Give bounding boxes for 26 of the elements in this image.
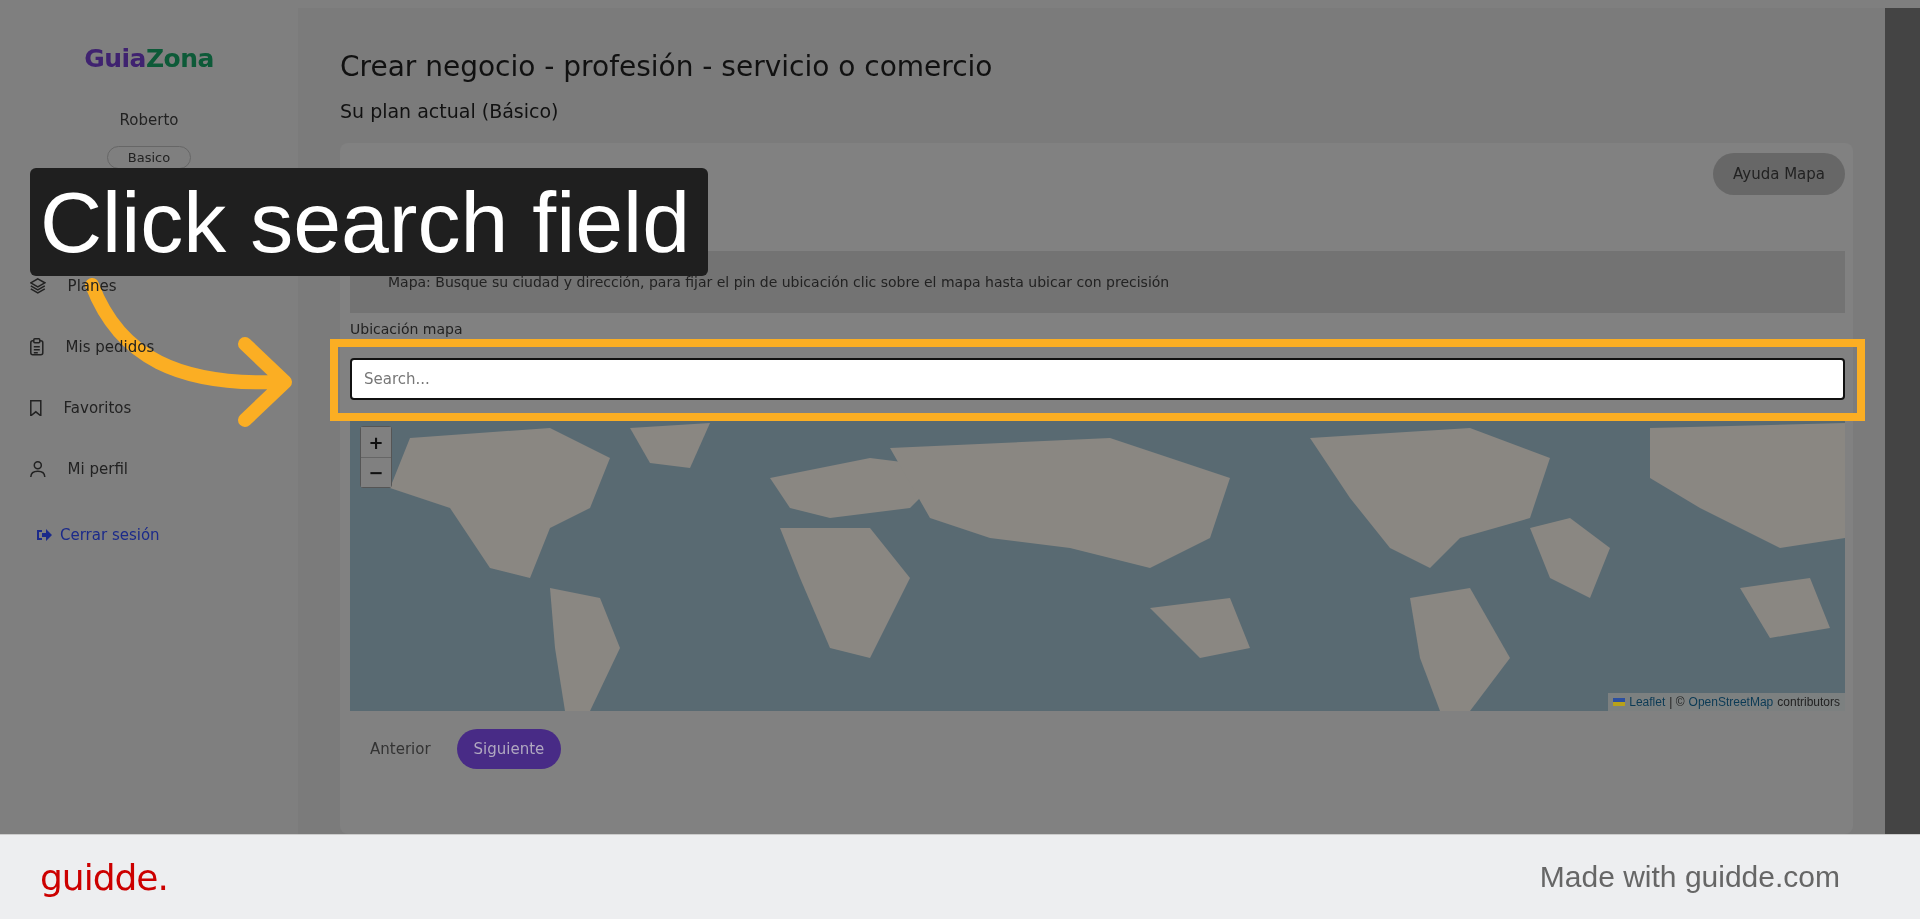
page-title: Crear negocio - profesión - servicio o comercio <box>340 50 993 83</box>
openstreetmap-link[interactable]: OpenStreetMap <box>1688 695 1774 709</box>
person-icon <box>30 460 46 478</box>
bookmark-icon <box>30 399 42 417</box>
zoom-out-button[interactable]: − <box>361 457 391 487</box>
logout-icon <box>36 528 52 542</box>
user-name: Roberto <box>119 111 179 129</box>
credit-text: Made with guidde.com <box>1539 860 1840 894</box>
layers-icon <box>30 278 46 294</box>
attribution-text: contributors <box>1777 695 1840 709</box>
previous-button[interactable]: Anterior <box>362 732 439 766</box>
flag-icon <box>1613 698 1626 706</box>
attribution-separator: | © <box>1669 695 1685 709</box>
guidde-logo: guidde. <box>40 856 168 898</box>
search-field[interactable]: Search... <box>350 358 1845 400</box>
plan-subtitle: Su plan actual (Básico) <box>340 100 559 122</box>
logo: GuiaZona <box>84 44 214 73</box>
next-button[interactable]: Siguiente <box>456 729 562 769</box>
sidebar-item[interactable]: Mi perfil <box>30 459 128 479</box>
field-label: Ubicación mapa <box>350 321 463 337</box>
help-button[interactable]: Ayuda Mapa <box>1713 153 1845 195</box>
leaflet-link[interactable]: Leaflet <box>1629 695 1666 709</box>
sidebar-item[interactable]: Favoritos <box>30 398 132 418</box>
instruction-callout: Click search field <box>30 168 708 276</box>
logout-link[interactable]: Cerrar sesión <box>36 526 160 544</box>
clipboard-icon <box>30 338 44 356</box>
